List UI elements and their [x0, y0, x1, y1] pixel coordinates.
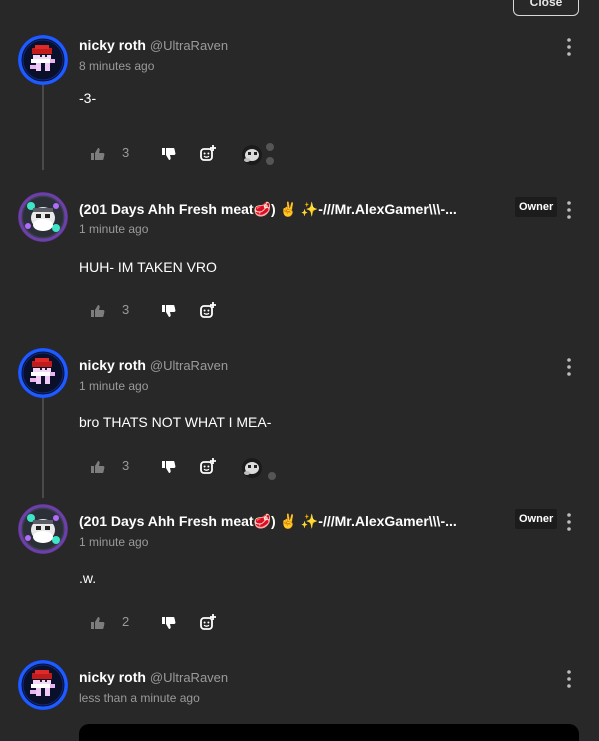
- like-count: 2: [122, 614, 130, 629]
- comment-text: .w.: [79, 570, 97, 586]
- owner-badge: Owner: [515, 197, 558, 217]
- author-handle[interactable]: @UltraRaven: [150, 38, 228, 53]
- thumbs-up-icon[interactable]: [90, 304, 105, 323]
- owner-badge: Owner: [515, 509, 558, 529]
- kebab-menu-icon[interactable]: [563, 200, 575, 220]
- author-name[interactable]: (201 Days Ahh Fresh meat🥩) ✌️ ✨-///Mr.Al…: [79, 201, 457, 218]
- thumbs-down-icon[interactable]: [161, 304, 176, 323]
- like-count: 3: [122, 302, 130, 317]
- author-handle[interactable]: @UltraRaven: [150, 358, 228, 373]
- avatar[interactable]: [18, 660, 68, 710]
- reaction-avatar[interactable]: [236, 141, 276, 171]
- thumbs-down-icon[interactable]: [161, 616, 176, 635]
- comment: (201 Days Ahh Fresh meat🥩) ✌️ ✨-///Mr.Al…: [0, 504, 599, 644]
- comment: (201 Days Ahh Fresh meat🥩) ✌️ ✨-///Mr.Al…: [0, 192, 599, 332]
- avatar[interactable]: [18, 348, 68, 398]
- kebab-menu-icon[interactable]: [563, 512, 575, 532]
- timestamp: 1 minute ago: [79, 379, 149, 393]
- add-reaction-icon[interactable]: [200, 457, 217, 479]
- comment-header: nicky roth @UltraRaven: [79, 37, 228, 53]
- kebab-menu-icon[interactable]: [563, 669, 575, 689]
- avatar[interactable]: [18, 504, 68, 554]
- like-count: 3: [122, 458, 130, 473]
- thumbs-up-icon[interactable]: [90, 460, 105, 479]
- add-reaction-icon[interactable]: [200, 144, 217, 166]
- comment-text: HUH- IM TAKEN VRO: [79, 259, 217, 275]
- avatar[interactable]: [18, 35, 68, 85]
- embedded-media[interactable]: [79, 724, 579, 741]
- thumbs-down-icon[interactable]: [161, 460, 176, 479]
- timestamp: less than a minute ago: [79, 691, 200, 705]
- comment-header: (201 Days Ahh Fresh meat🥩) ✌️ ✨-///Mr.Al…: [79, 513, 457, 530]
- thumbs-up-icon[interactable]: [90, 616, 105, 635]
- timestamp: 1 minute ago: [79, 222, 149, 236]
- like-count: 3: [122, 145, 130, 160]
- avatar[interactable]: [18, 192, 68, 242]
- add-reaction-icon[interactable]: [200, 301, 217, 323]
- author-name[interactable]: (201 Days Ahh Fresh meat🥩) ✌️ ✨-///Mr.Al…: [79, 513, 457, 530]
- reaction-avatar[interactable]: [236, 454, 276, 484]
- timestamp: 8 minutes ago: [79, 59, 155, 73]
- kebab-menu-icon[interactable]: [563, 357, 575, 377]
- author-name[interactable]: nicky roth: [79, 37, 146, 53]
- comment-header: nicky roth @UltraRaven: [79, 669, 228, 685]
- comment-text: -3-: [79, 90, 97, 106]
- comment-text: bro THATS NOT WHAT I MEA-: [79, 414, 272, 430]
- comment-header: nicky roth @UltraRaven: [79, 357, 228, 373]
- add-reaction-icon[interactable]: [200, 613, 217, 635]
- thumbs-down-icon[interactable]: [161, 147, 176, 166]
- author-handle[interactable]: @UltraRaven: [150, 670, 228, 685]
- kebab-menu-icon[interactable]: [563, 37, 575, 57]
- comment: nicky roth @UltraRaven 8 minutes ago -3-…: [0, 35, 599, 175]
- comment: nicky roth @UltraRaven 1 minute ago bro …: [0, 348, 599, 488]
- timestamp: 1 minute ago: [79, 535, 149, 549]
- author-name[interactable]: nicky roth: [79, 669, 146, 685]
- close-button[interactable]: Close: [513, 0, 579, 16]
- comment-header: (201 Days Ahh Fresh meat🥩) ✌️ ✨-///Mr.Al…: [79, 201, 457, 218]
- thumbs-up-icon[interactable]: [90, 147, 105, 166]
- author-name[interactable]: nicky roth: [79, 357, 146, 373]
